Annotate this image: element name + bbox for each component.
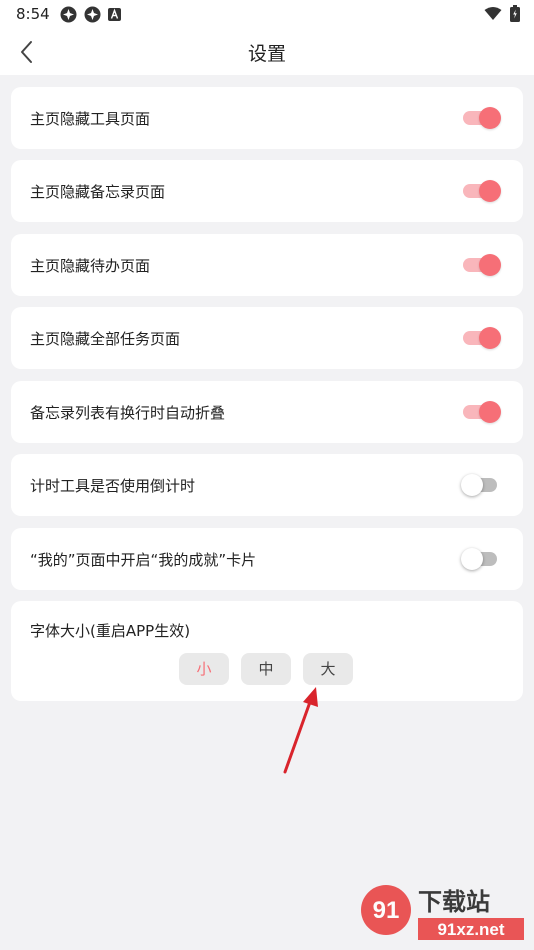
font-size-large-button[interactable]: 大 bbox=[303, 653, 353, 685]
status-time: 8:54 bbox=[16, 5, 50, 23]
a-badge-icon bbox=[108, 8, 121, 21]
watermark-logo-text: 91 bbox=[373, 897, 400, 924]
setting-label: 计时工具是否使用倒计时 bbox=[30, 477, 196, 495]
setting-label: 主页隐藏工具页面 bbox=[30, 110, 151, 128]
app-bar: 设置 bbox=[0, 28, 534, 75]
font-size-medium-button[interactable]: 中 bbox=[241, 653, 291, 685]
setting-row-hide-memo[interactable]: 主页隐藏备忘录页面 bbox=[11, 160, 523, 222]
setting-label: “我的”页面中开启“我的成就”卡片 bbox=[30, 551, 257, 569]
setting-row-hide-all-tasks[interactable]: 主页隐藏全部任务页面 bbox=[11, 307, 523, 369]
toggle-switch[interactable] bbox=[461, 326, 501, 350]
status-bar: 8:54 bbox=[0, 0, 534, 28]
setting-row-hide-todo[interactable]: 主页隐藏待办页面 bbox=[11, 234, 523, 296]
watermark-site-url: 91xz.net bbox=[437, 920, 504, 939]
setting-row-auto-fold[interactable]: 备忘录列表有换行时自动折叠 bbox=[11, 381, 523, 443]
font-size-label: 字体大小(重启APP生效) bbox=[30, 622, 191, 640]
setting-label: 主页隐藏全部任务页面 bbox=[30, 330, 181, 348]
annotation-arrow-icon bbox=[283, 687, 318, 774]
page-title: 设置 bbox=[247, 43, 286, 65]
watermark: 91 下载站 91xz.net bbox=[361, 885, 524, 940]
watermark-site-name: 下载站 bbox=[418, 888, 490, 916]
toggle-switch[interactable] bbox=[461, 400, 501, 424]
setting-row-achievement-card[interactable]: “我的”页面中开启“我的成就”卡片 bbox=[11, 528, 523, 590]
app-icon bbox=[84, 6, 101, 23]
toggle-switch[interactable] bbox=[461, 179, 501, 203]
setting-label: 备忘录列表有换行时自动折叠 bbox=[30, 404, 226, 422]
toggle-switch[interactable] bbox=[461, 253, 501, 277]
setting-row-hide-tools[interactable]: 主页隐藏工具页面 bbox=[11, 87, 523, 149]
setting-label: 主页隐藏备忘录页面 bbox=[30, 183, 166, 201]
toggle-switch[interactable] bbox=[461, 106, 501, 130]
app-icon bbox=[60, 6, 77, 23]
toggle-switch[interactable] bbox=[461, 547, 501, 571]
font-size-card: 字体大小(重启APP生效) 小 中 大 bbox=[11, 601, 523, 701]
setting-row-countdown[interactable]: 计时工具是否使用倒计时 bbox=[11, 454, 523, 516]
wifi-icon bbox=[484, 7, 502, 20]
battery-icon bbox=[510, 5, 520, 22]
font-size-small-button[interactable]: 小 bbox=[179, 653, 229, 685]
setting-label: 主页隐藏待办页面 bbox=[30, 257, 151, 275]
toggle-switch[interactable] bbox=[461, 473, 501, 497]
